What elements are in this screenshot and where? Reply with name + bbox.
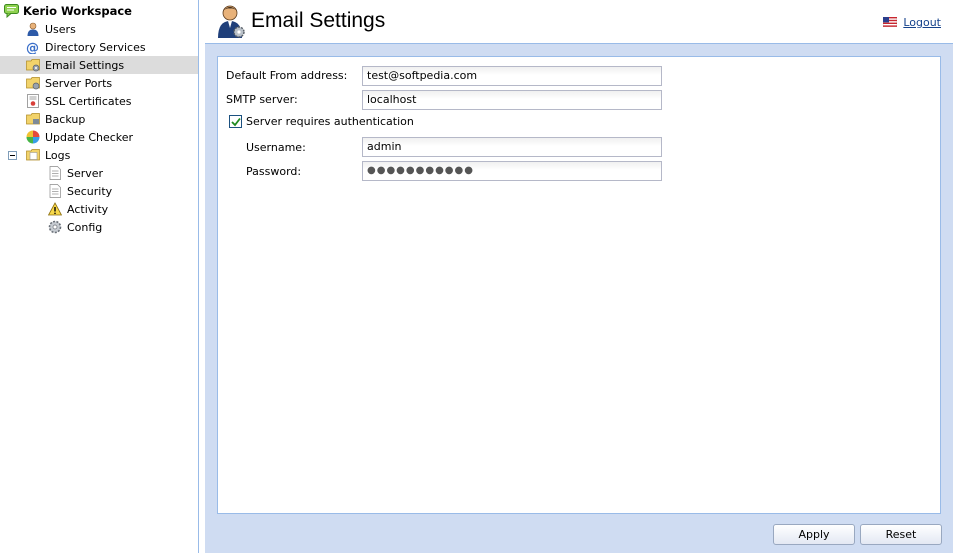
sidebar-item-label: Users [45, 22, 76, 36]
sidebar-subitem-security-log[interactable]: Security [0, 182, 198, 200]
sidebar-subitem-label: Security [67, 184, 113, 198]
backup-folder-icon [26, 112, 40, 126]
sidebar-item-label: Backup [45, 112, 86, 126]
tree-root-kerio-workspace[interactable]: Kerio Workspace [0, 2, 198, 20]
sidebar-item-update-checker[interactable]: Update Checker [0, 128, 198, 146]
user-settings-icon [217, 4, 245, 38]
collapse-toggle-icon[interactable] [8, 151, 17, 160]
sidebar-subitem-label: Activity [67, 202, 109, 216]
log-page-icon [48, 166, 62, 180]
svg-text:@: @ [26, 41, 39, 54]
email-settings-icon [26, 58, 40, 72]
certificate-icon [26, 94, 40, 108]
checkmark-icon [231, 117, 241, 127]
reset-button[interactable]: Reset [860, 524, 942, 545]
tree-root-label: Kerio Workspace [23, 4, 132, 18]
log-page-icon [48, 184, 62, 198]
password-label: Password: [246, 165, 302, 178]
user-icon [26, 22, 40, 36]
sidebar-item-label: Update Checker [45, 130, 134, 144]
sidebar-item-ssl-certificates[interactable]: SSL Certificates [0, 92, 198, 110]
sidebar-item-email-settings[interactable]: Email Settings [0, 56, 198, 74]
server-ports-icon [26, 76, 40, 90]
sidebar-subitem-label: Config [67, 220, 103, 234]
page-header: Email Settings Logout [205, 0, 953, 44]
sidebar-item-label: Server Ports [45, 76, 113, 90]
sidebar-item-backup[interactable]: Backup [0, 110, 198, 128]
at-sign-icon: @ [26, 40, 40, 56]
us-flag-icon [882, 16, 898, 28]
update-checker-icon [26, 130, 40, 144]
sidebar-item-label: Logs [45, 148, 71, 162]
sidebar-subitem-server-log[interactable]: Server [0, 164, 198, 182]
password-input[interactable]: ●●●●●●●●●●● [362, 161, 662, 181]
sidebar-item-server-ports[interactable]: Server Ports [0, 74, 198, 92]
warning-icon [47, 202, 63, 216]
sidebar-item-label: SSL Certificates [45, 94, 132, 108]
apply-button[interactable]: Apply [773, 524, 855, 545]
logout-link[interactable]: Logout [903, 16, 941, 29]
auth-required-checkbox[interactable] [229, 115, 242, 128]
smtp-server-label: SMTP server: [226, 93, 298, 106]
username-input[interactable]: admin [362, 137, 662, 157]
sidebar-item-label: Email Settings [45, 58, 125, 72]
sidebar-item-logs[interactable]: Logs [0, 146, 198, 164]
default-from-input[interactable]: test@softpedia.com [362, 66, 662, 86]
config-gear-icon [48, 220, 62, 234]
sidebar-subitem-config-log[interactable]: Config [0, 218, 198, 236]
sidebar-subitem-label: Server [67, 166, 104, 180]
sidebar-item-directory-services[interactable]: @ Directory Services [0, 38, 198, 57]
sidebar-subitem-activity-log[interactable]: Activity [0, 200, 198, 218]
smtp-server-input[interactable]: localhost [362, 90, 662, 110]
page-title: Email Settings [251, 9, 386, 32]
sidebar-item-label: Directory Services [45, 40, 146, 54]
navigation-tree: Kerio Workspace Users @ Directory Servic… [0, 0, 199, 553]
default-from-label: Default From address: [226, 69, 348, 82]
logs-folder-icon [26, 148, 40, 162]
username-label: Username: [246, 141, 306, 154]
auth-required-label[interactable]: Server requires authentication [246, 115, 414, 128]
sidebar-item-users[interactable]: Users [0, 20, 198, 38]
workspace-chat-icon [4, 4, 19, 19]
